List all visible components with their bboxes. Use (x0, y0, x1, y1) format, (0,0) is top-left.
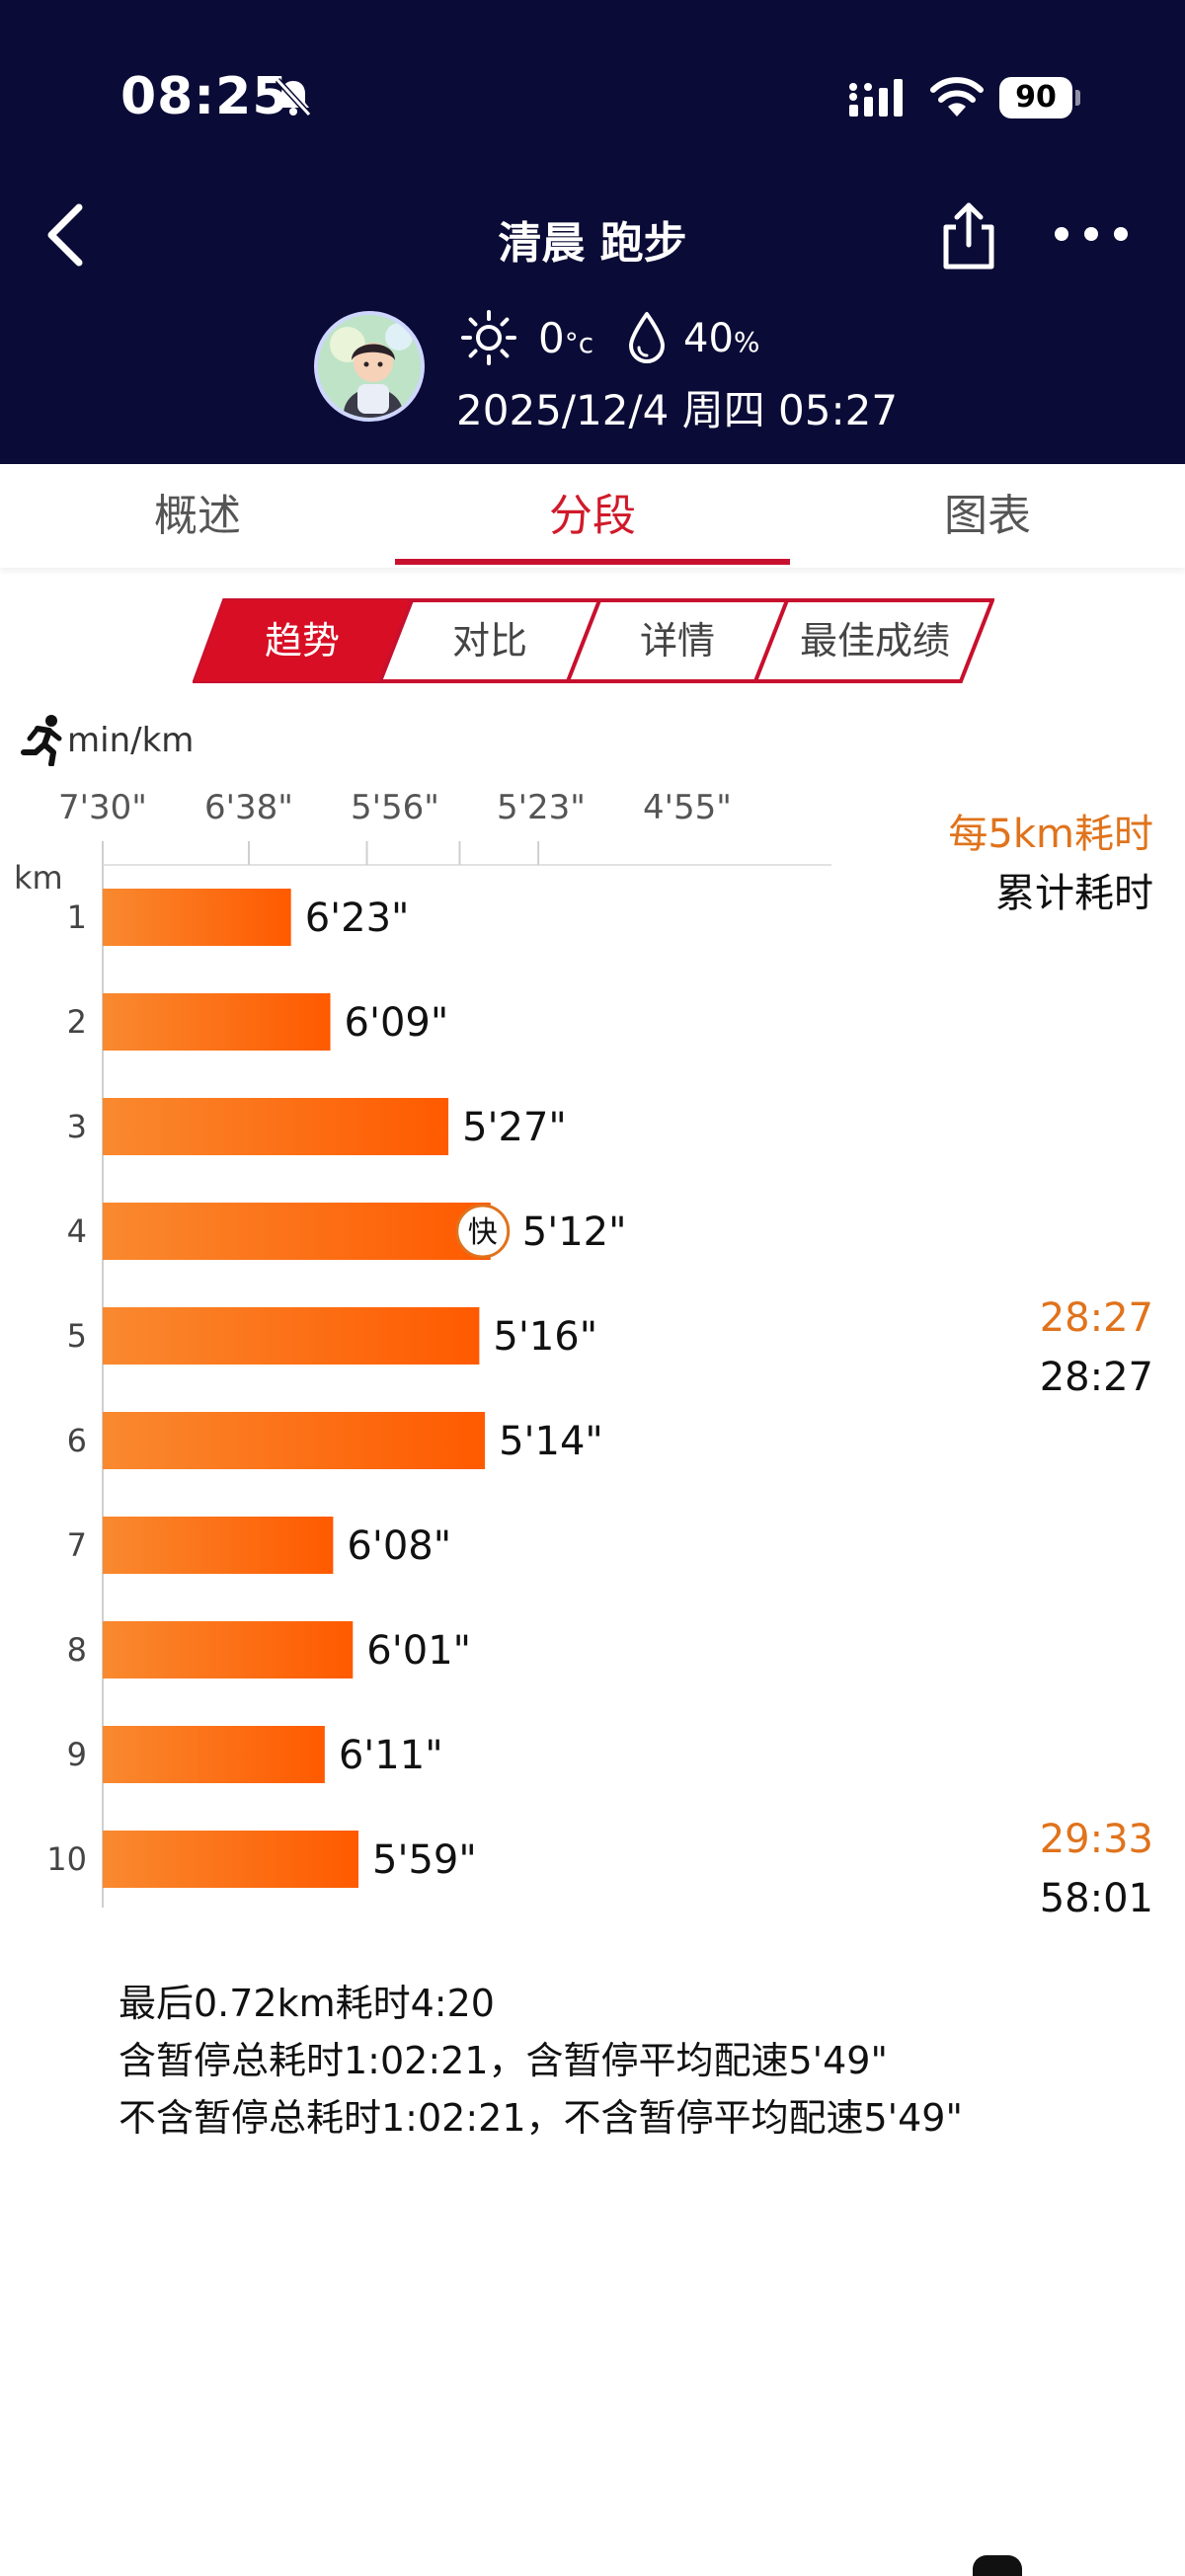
humidity-unit: % (733, 326, 760, 358)
km-tick-label: 2 (67, 1003, 87, 1041)
battery-indicator: 90 (999, 77, 1080, 118)
pace-value-label: 6'01" (366, 1628, 471, 1674)
x-tick-label: 5'56" (351, 788, 439, 827)
pace-bar (103, 1831, 358, 1888)
summary-with-pause: 含暂停总耗时1:02:21，含暂停平均配速5'49" (118, 2039, 888, 2082)
km-tick-label: 9 (67, 1736, 87, 1773)
floating-button-edge (973, 2555, 1022, 2576)
pace-bar (103, 993, 331, 1051)
pace-bar (103, 1307, 480, 1365)
segment-compare[interactable]: 对比 (396, 598, 584, 683)
km-tick-label: 4 (67, 1212, 87, 1250)
summary-without-pause: 不含暂停总耗时1:02:21，不含暂停平均配速5'49" (118, 2096, 963, 2140)
temperature-unit: °c (564, 327, 594, 359)
x-tick-label: 7'30" (58, 788, 147, 827)
status-time: 08:25 (120, 67, 289, 126)
pace-bar (103, 889, 291, 946)
pace-value-label: 6'09" (345, 1000, 449, 1046)
humidity-drop-icon (629, 312, 665, 363)
temperature: 0°c (538, 314, 594, 362)
avatar (314, 311, 425, 422)
x-tick-label: 5'23" (497, 788, 586, 827)
header: 08:25 90 清晨 跑步 0°c 40% 2025/12/4 周四 05:2… (0, 0, 1185, 464)
tab-bar: 概述 分段 图表 (0, 464, 1185, 568)
pace-value-label: 5'14" (499, 1419, 603, 1464)
km-tick-label: 3 (67, 1108, 87, 1145)
km-tick-label: 10 (46, 1840, 87, 1878)
x-tick-label: 6'38" (204, 788, 293, 827)
cumulative-split-time: 28:27 (1039, 1295, 1153, 1341)
share-icon[interactable] (938, 197, 999, 273)
pace-value-label: 5'27" (462, 1105, 567, 1150)
segment-trend[interactable]: 趋势 (208, 598, 396, 683)
cumulative-split-time: 29:33 (1039, 1817, 1153, 1862)
tab-charts[interactable]: 图表 (790, 464, 1185, 568)
view-segmented-control: 趋势 对比 详情 最佳成绩 (193, 598, 994, 683)
pace-bar (103, 1412, 486, 1469)
fastest-badge-label: 快 (468, 1215, 498, 1250)
activity-datetime: 2025/12/4 周四 05:27 (456, 386, 899, 434)
humidity: 40% (683, 316, 760, 361)
pace-value-label: 6'11" (339, 1733, 443, 1778)
pace-value-label: 5'59" (372, 1837, 477, 1883)
pace-value-label: 6'08" (347, 1523, 451, 1569)
wifi-icon (930, 77, 984, 117)
cellular-signal-icon (849, 79, 903, 117)
runner-icon (21, 715, 62, 766)
segment-details[interactable]: 详情 (584, 598, 771, 683)
more-options-icon[interactable] (1052, 219, 1131, 249)
page-title: 清晨 跑步 (498, 218, 687, 269)
summary-last-segment: 最后0.72km耗时4:20 (118, 1982, 495, 2025)
km-tick-label: 7 (67, 1526, 87, 1564)
pace-bar (103, 1098, 449, 1155)
pace-bar (103, 1621, 354, 1678)
tab-splits[interactable]: 分段 (395, 464, 790, 568)
pace-value-label: 5'12" (522, 1210, 627, 1255)
pace-bar (103, 1203, 491, 1260)
km-tick-label: 1 (67, 898, 87, 936)
km-tick-label: 5 (67, 1317, 87, 1355)
pace-bar (103, 1726, 325, 1783)
pace-value-label: 5'16" (493, 1314, 597, 1360)
km-tick-label: 8 (67, 1631, 87, 1669)
pace-unit-label: min/km (67, 721, 195, 760)
cumulative-total-time: 58:01 (1039, 1876, 1153, 1921)
x-tick-label: 4'55" (643, 788, 732, 827)
active-tab-indicator (395, 559, 790, 565)
sun-icon (461, 310, 516, 365)
tab-overview[interactable]: 概述 (0, 464, 395, 568)
pace-value-label: 6'23" (305, 896, 410, 941)
pace-bar (103, 1517, 334, 1574)
run-summary: 最后0.72km耗时4:20 含暂停总耗时1:02:21，含暂停平均配速5'49… (118, 1975, 963, 2147)
segment-best[interactable]: 最佳成绩 (771, 598, 979, 683)
bell-muted-icon (275, 77, 312, 117)
battery-level: 90 (1015, 80, 1057, 115)
km-tick-label: 6 (67, 1422, 87, 1459)
pace-bar-chart: 1 6'23" 2 6'09" 3 5'27" 4 快 5'12" 5 5'16" 6 5'14" 7 6'… (46, 841, 831, 1908)
cumulative-total-time: 28:27 (1039, 1355, 1153, 1400)
